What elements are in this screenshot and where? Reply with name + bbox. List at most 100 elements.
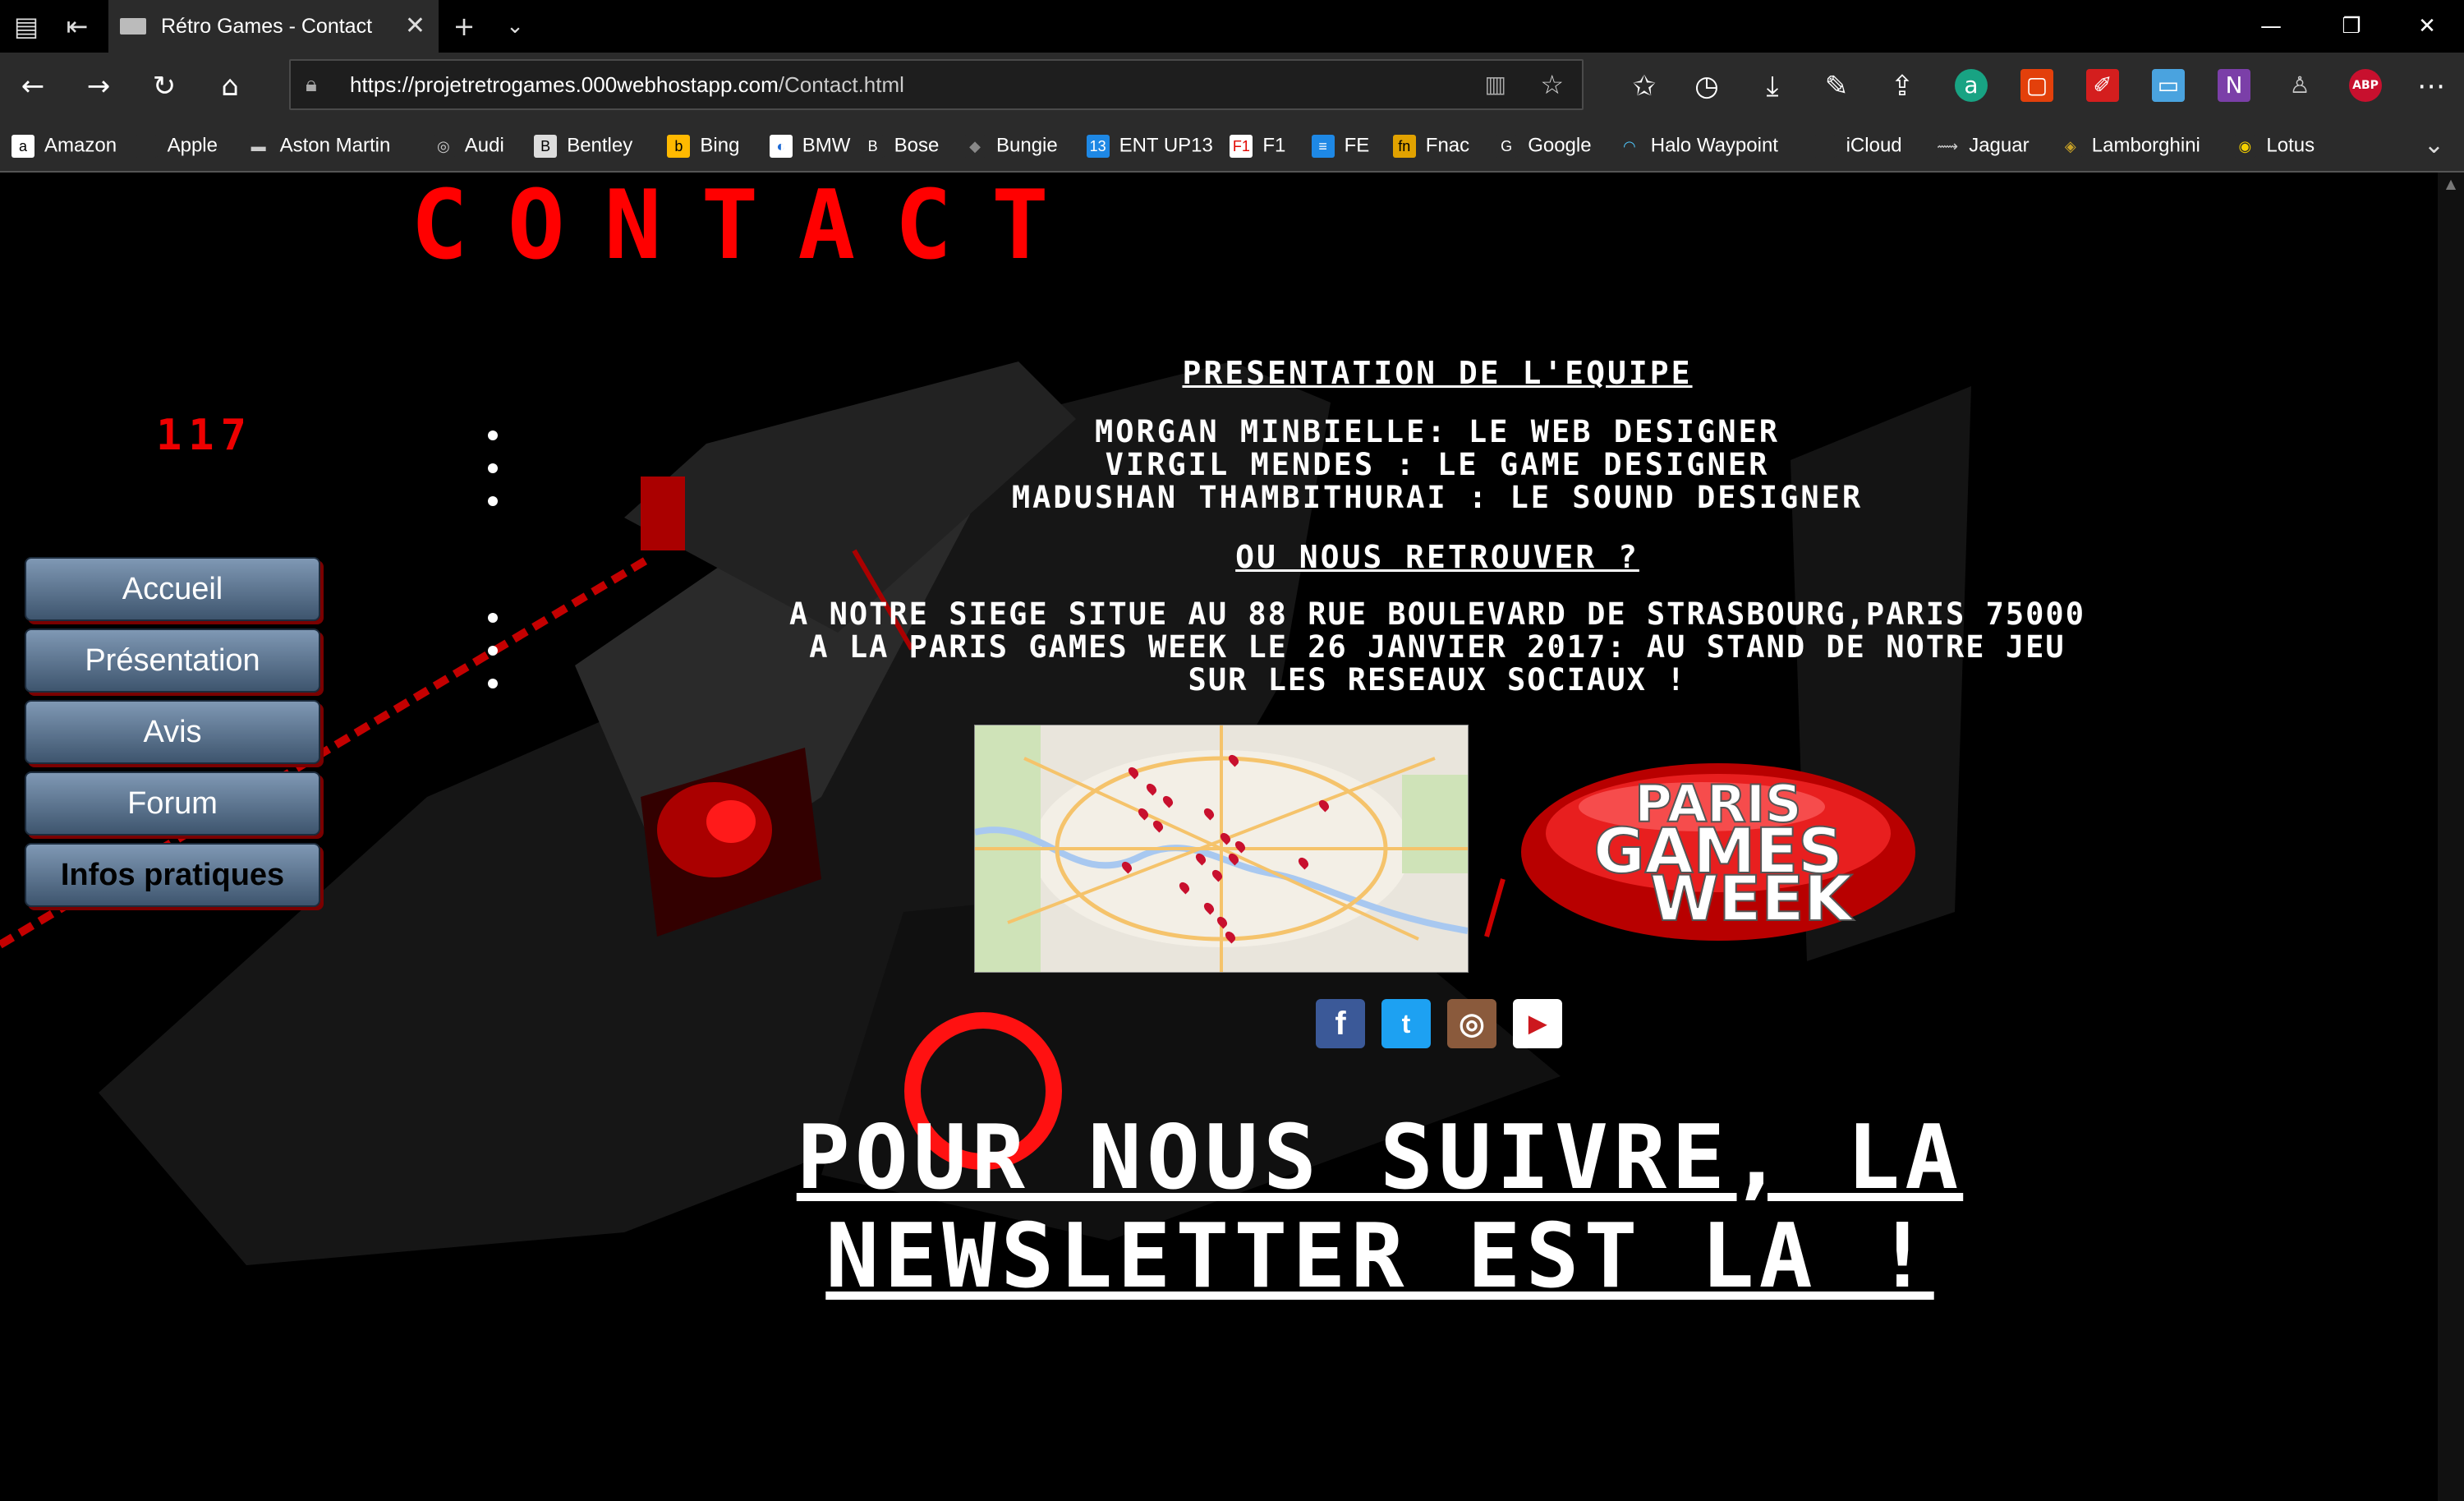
menu-accueil-button[interactable]: Accueil — [25, 557, 320, 621]
menu-avis-button[interactable]: Avis — [25, 700, 320, 764]
bentley-icon: B — [534, 134, 558, 158]
list-bullet — [488, 646, 498, 656]
favorite-aston-martin[interactable]: ▬ Aston Martin — [246, 120, 391, 171]
bungie-icon: ◆ — [963, 134, 986, 158]
extension-a-icon[interactable]: a — [1955, 69, 1988, 102]
address-bar[interactable]: 🔒︎ https://projetretrogames.000webhostap… — [289, 59, 1584, 110]
fnac-icon: fn — [1392, 134, 1416, 158]
newsletter-banner[interactable]: Pour nous suivre, la newsletter est la ! — [575, 1109, 2185, 1306]
twitter-icon[interactable]: t — [1381, 999, 1431, 1048]
team-member: Morgan Minbielle: le web designer — [1094, 414, 1781, 449]
locations-list: A notre siege situe au 88 rue Boulevard … — [657, 598, 2218, 697]
close-tab-icon[interactable]: ✕ — [405, 0, 425, 53]
new-tab-icon[interactable]: + — [444, 0, 485, 53]
close-window-icon[interactable]: ✕ — [2390, 0, 2464, 53]
onenote-icon[interactable]: N — [2218, 69, 2250, 102]
list-bullet — [488, 496, 498, 506]
location-item: A la Paris Games Week le 26 janvier 2017… — [809, 629, 2066, 665]
favorite-lotus[interactable]: ◉ Lotus — [2233, 120, 2315, 171]
tab-list-chevron-icon[interactable]: ⌄ — [494, 0, 536, 53]
favorite-google[interactable]: G Google — [1495, 120, 1592, 171]
lock-icon: 🔒︎ — [306, 72, 317, 97]
back-icon[interactable]: ← — [0, 53, 66, 120]
web-note-icon[interactable]: ✎ — [1804, 53, 1869, 120]
halo-icon: ◠ — [1617, 134, 1641, 158]
refresh-icon[interactable]: ↻ — [131, 53, 197, 120]
favorite-fe[interactable]: ≡ FE — [1311, 120, 1369, 171]
favorite-bentley[interactable]: B Bentley — [534, 120, 632, 171]
tab-actions-icon[interactable]: ▤ — [5, 0, 48, 53]
youtube-icon[interactable]: ▶ — [1513, 999, 1562, 1048]
favorites-overflow-chevron-icon[interactable]: ⌄ — [2424, 120, 2444, 171]
favorite-label: Lamborghini — [2091, 134, 2200, 157]
reading-view-icon[interactable]: ▥ — [1485, 61, 1506, 108]
downloads-icon[interactable]: ⤓ — [1740, 53, 1805, 120]
favorite-apple[interactable]: Apple — [134, 120, 218, 171]
favorite-halo-waypoint[interactable]: ◠ Halo Waypoint — [1617, 120, 1778, 171]
list-bullet — [488, 431, 498, 440]
paris-map-image — [974, 725, 1469, 973]
favorite-bmw[interactable]: ◐ BMW — [769, 120, 851, 171]
team-heading: Presentation de l'equipe — [1182, 355, 1693, 391]
feedback-icon[interactable]: ▭ — [2152, 69, 2185, 102]
favorite-bose[interactable]: B Bose — [861, 120, 939, 171]
favorite-bungie[interactable]: ◆ Bungie — [963, 120, 1058, 171]
favorite-label: Jaguar — [1969, 134, 2030, 157]
favorite-icloud[interactable]: iCloud — [1813, 120, 1902, 171]
visitor-counter: 117 — [156, 411, 253, 460]
history-icon[interactable]: ◷ — [1674, 53, 1740, 120]
extension-red-icon[interactable]: ✐ — [2086, 69, 2119, 102]
restore-icon[interactable]: ❐ — [2315, 0, 2388, 53]
favorite-f1[interactable]: F1 F1 — [1230, 120, 1285, 171]
favorite-label: Halo Waypoint — [1650, 134, 1778, 157]
adblock-icon[interactable]: ABP — [2349, 69, 2382, 102]
team-member: Madushan Thambithurai : le sound designe… — [1011, 480, 1864, 515]
favorite-bing[interactable]: b Bing — [667, 120, 739, 171]
more-menu-icon[interactable]: ⋯ — [2398, 53, 2464, 120]
bing-icon: b — [667, 134, 691, 158]
minimize-icon[interactable]: — — [2234, 0, 2308, 53]
ghostery-icon[interactable]: ♙ — [2283, 69, 2316, 102]
favorite-audi[interactable]: ◎ Audi — [431, 120, 504, 171]
tab-bar: ▤ ⇤ Rétro Games - Contact ✕ + ⌄ — ❐ ✕ — [0, 0, 2464, 53]
amazon-icon: a — [11, 134, 34, 158]
favorite-ent-up13[interactable]: 13 ENT UP13 — [1086, 120, 1213, 171]
scroll-up-icon[interactable]: ▲ — [2438, 176, 2464, 191]
list-bullet — [488, 679, 498, 688]
web-page: CONTACT 117 Accueil Présentation Avis Fo… — [0, 173, 2438, 1501]
favorite-label: Bing — [700, 134, 740, 157]
office-icon[interactable]: ▢ — [2020, 69, 2053, 102]
favorite-amazon[interactable]: a Amazon — [11, 120, 117, 171]
instagram-icon[interactable]: ◎ — [1447, 999, 1496, 1048]
favorite-label: Aston Martin — [279, 134, 391, 157]
menu-forum-button[interactable]: Forum — [25, 771, 320, 836]
favorites-hub-icon[interactable]: ✩ — [1611, 53, 1677, 120]
forward-icon[interactable]: → — [66, 53, 131, 120]
where-heading: Ou nous retrouver ? — [1235, 539, 1639, 575]
favorite-jaguar[interactable]: ⟿ Jaguar — [1936, 120, 2030, 171]
menu-presentation-button[interactable]: Présentation — [25, 628, 320, 693]
favorite-label: Bungie — [996, 134, 1058, 157]
home-icon[interactable]: ⌂ — [197, 53, 263, 120]
page-scrollbar[interactable]: ▲ — [2438, 173, 2464, 1501]
favorite-label: Audi — [464, 134, 504, 157]
bose-icon: B — [861, 134, 885, 158]
favorite-lamborghini[interactable]: ◈ Lamborghini — [2058, 120, 2200, 171]
google-icon: G — [1495, 134, 1519, 158]
apple-icon — [134, 134, 158, 158]
lamborghini-icon: ◈ — [2058, 134, 2082, 158]
tab-favicon-icon — [120, 18, 146, 35]
favorite-label: Lotus — [2266, 134, 2315, 157]
favorite-label: BMW — [802, 134, 851, 157]
favorite-label: Apple — [167, 134, 218, 157]
paris-games-week-logo: PARIS GAMES WEEK — [1521, 763, 1915, 941]
facebook-icon[interactable]: f — [1316, 999, 1365, 1048]
tabs-aside-icon[interactable]: ⇤ — [54, 0, 100, 53]
active-tab[interactable]: Rétro Games - Contact ✕ — [108, 0, 439, 53]
favorite-star-icon[interactable]: ☆ — [1540, 61, 1564, 108]
logo-word: WEEK — [1650, 862, 1855, 935]
audi-icon: ◎ — [431, 134, 455, 158]
favorite-fnac[interactable]: fn Fnac — [1392, 120, 1469, 171]
share-icon[interactable]: ⇪ — [1869, 53, 1935, 120]
menu-infos-pratiques-button[interactable]: Infos pratiques — [25, 843, 320, 907]
